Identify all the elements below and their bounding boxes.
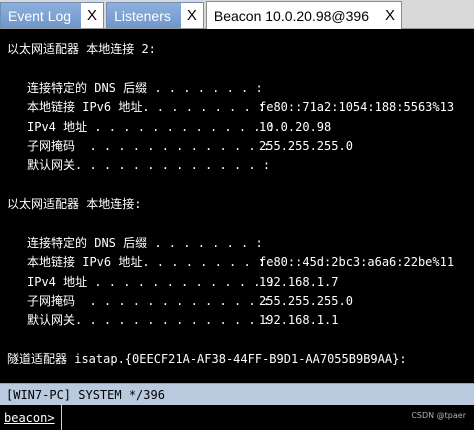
output-value: 255.255.255.0 xyxy=(259,294,353,309)
output-row: IPv4 地址 . . . . . . . . . . . . :10.0.20… xyxy=(7,118,474,137)
tab-bar: Event Log X Listeners X Beacon 10.0.20.9… xyxy=(0,0,474,29)
output-row: 默认网关. . . . . . . . . . . . . : xyxy=(7,156,474,175)
output-value: 192.168.1.7 xyxy=(259,274,339,289)
output-key: 本地链接 IPv6 地址. . . . . . . . : xyxy=(27,100,266,115)
beacon-prompt: beacon> xyxy=(0,405,62,430)
output-key: IPv4 地址 . . . . . . . . . . . . : xyxy=(27,119,275,134)
output-key: 本地链接 IPv6 地址. . . . . . . . : xyxy=(27,255,266,270)
close-icon[interactable]: X xyxy=(379,2,401,29)
output-row: 本地链接 IPv6 地址. . . . . . . . :fe80::45d:2… xyxy=(7,253,474,272)
output-key: 连接特定的 DNS 后缀 . . . . . . . : xyxy=(27,80,263,95)
close-icon[interactable]: X xyxy=(81,3,104,28)
adapter-header: 以太网适配器 本地连接: xyxy=(7,197,142,212)
adapter-header: 以太网适配器 本地连接 2: xyxy=(7,42,156,56)
tab-event-log-label: Event Log xyxy=(8,7,72,24)
tab-beacon-label: Beacon 10.0.20.98@396 xyxy=(213,7,369,24)
output-row: IPv4 地址 . . . . . . . . . . . . :192.168… xyxy=(7,273,474,292)
tab-listeners[interactable]: Listeners X xyxy=(106,2,204,28)
output-value: fe80::71a2:1054:188:5563%13 xyxy=(259,100,455,115)
output-value: 255.255.255.0 xyxy=(259,138,353,153)
output-row: 连接特定的 DNS 后缀 . . . . . . . : xyxy=(7,234,474,253)
output-value: fe80::45d:2bc3:a6a6:22be%11 xyxy=(259,255,455,270)
output-key: 默认网关. . . . . . . . . . . . . : xyxy=(27,313,271,328)
output-row: 默认网关. . . . . . . . . . . . . :192.168.1… xyxy=(7,311,474,330)
output-key: 子网掩码 . . . . . . . . . . . . : xyxy=(27,138,271,153)
output-value: 10.0.20.98 xyxy=(259,119,332,134)
command-line: beacon> xyxy=(0,405,474,430)
output-key: 连接特定的 DNS 后缀 . . . . . . . : xyxy=(27,235,263,250)
console-output[interactable]: 以太网适配器 本地连接 2: 连接特定的 DNS 后缀 . . . . . . … xyxy=(0,29,474,383)
beacon-console-window: Event Log X Listeners X Beacon 10.0.20.9… xyxy=(0,0,474,430)
tab-listeners-label: Listeners xyxy=(114,7,171,24)
output-key: 子网掩码 . . . . . . . . . . . . : xyxy=(27,294,271,309)
output-row: 子网掩码 . . . . . . . . . . . . :255.255.25… xyxy=(7,137,474,156)
output-value: 192.168.1.1 xyxy=(259,313,339,328)
output-row: 子网掩码 . . . . . . . . . . . . :255.255.25… xyxy=(7,292,474,311)
watermark: CSDN @tpaer xyxy=(411,411,466,420)
close-icon[interactable]: X xyxy=(180,3,203,28)
status-text: [WIN7-PC] SYSTEM */396 xyxy=(6,387,165,402)
tab-event-log[interactable]: Event Log X xyxy=(0,2,105,28)
output-row: 连接特定的 DNS 后缀 . . . . . . . : xyxy=(7,79,474,98)
output-key: IPv4 地址 . . . . . . . . . . . . : xyxy=(27,274,275,289)
output-key: 默认网关. . . . . . . . . . . . . : xyxy=(27,158,271,173)
status-bar: [WIN7-PC] SYSTEM */396 xyxy=(0,383,474,405)
tunnel-adapter-line: 隧道适配器 isatap.{0EECF21A-AF38-44FF-B9D1-AA… xyxy=(7,352,407,367)
output-row: 本地链接 IPv6 地址. . . . . . . . :fe80::71a2:… xyxy=(7,98,474,117)
tab-beacon[interactable]: Beacon 10.0.20.98@396 X xyxy=(205,1,402,29)
